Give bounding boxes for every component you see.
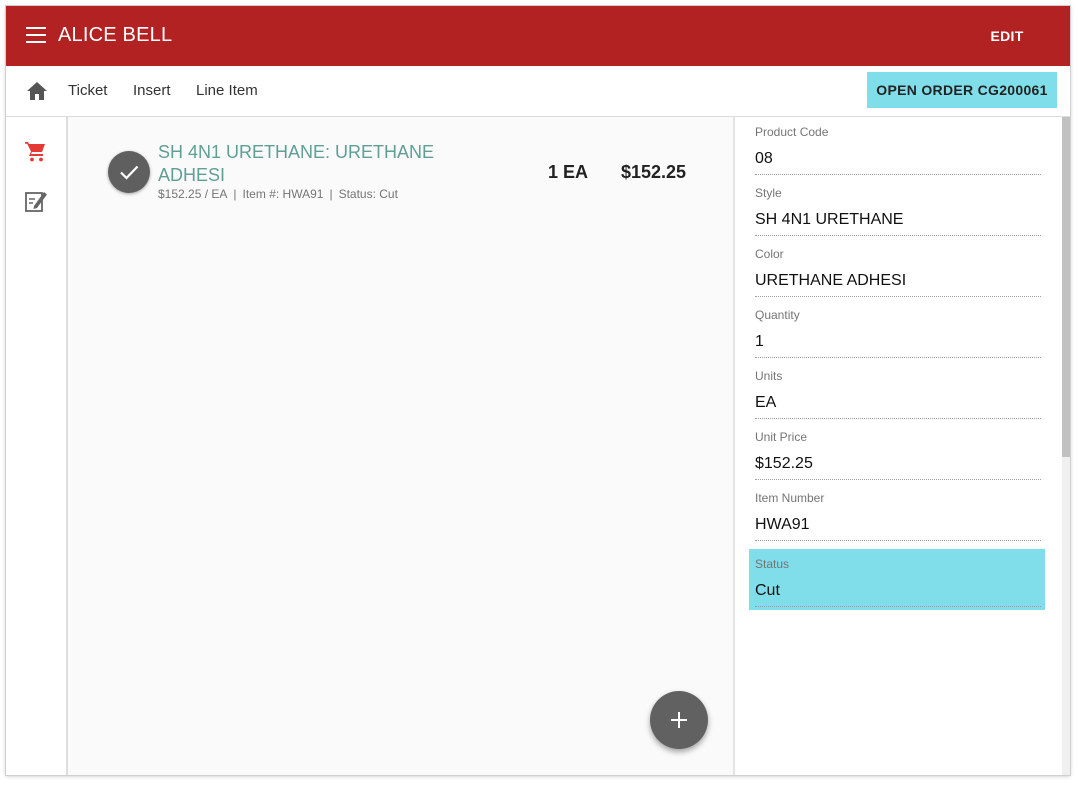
edit-note-icon[interactable]	[24, 189, 48, 213]
app-bar: ALICE BELL EDIT	[6, 6, 1070, 66]
app-window: ALICE BELL EDIT Ticket Insert Line Item …	[6, 6, 1070, 775]
field-value[interactable]: HWA91	[755, 510, 1041, 541]
field-color[interactable]: Color URETHANE ADHESI	[749, 239, 1045, 300]
field-unit-price[interactable]: Unit Price $152.25	[749, 422, 1045, 483]
field-status[interactable]: Status Cut	[749, 549, 1045, 610]
cart-icon[interactable]	[24, 139, 48, 163]
check-icon[interactable]	[108, 151, 150, 193]
open-order-button[interactable]: OPEN ORDER CG200061	[867, 72, 1057, 108]
field-label: Quantity	[755, 308, 800, 322]
field-value[interactable]: $152.25	[755, 449, 1041, 480]
edit-button[interactable]: EDIT	[972, 24, 1042, 48]
line-item-number: Item #: HWA91	[242, 187, 324, 201]
field-label: Unit Price	[755, 430, 808, 444]
side-rail	[6, 117, 68, 775]
app-title: ALICE BELL	[58, 24, 173, 46]
breadcrumb-ticket[interactable]: Ticket	[68, 82, 107, 99]
menu-icon[interactable]	[26, 27, 46, 43]
field-value[interactable]: URETHANE ADHESI	[755, 266, 1041, 297]
field-label: Style	[755, 186, 782, 200]
field-value[interactable]: 08	[755, 144, 1041, 175]
field-label: Status	[755, 557, 790, 571]
home-icon[interactable]	[26, 81, 48, 101]
field-label: Color	[755, 247, 784, 261]
detail-panel: Product Code 08 Style SH 4N1 URETHANE Co…	[733, 117, 1070, 775]
detail-scrollbar[interactable]	[1062, 117, 1070, 775]
field-units[interactable]: Units EA	[749, 361, 1045, 422]
line-item-quantity: 1 EA	[548, 162, 589, 182]
field-value[interactable]: Cut	[755, 576, 1041, 607]
breadcrumb-toolbar: Ticket Insert Line Item OPEN ORDER CG200…	[6, 66, 1070, 117]
field-product-code[interactable]: Product Code 08	[749, 117, 1045, 178]
add-icon	[671, 712, 687, 728]
line-item-list: SH 4N1 URETHANE: URETHANE ADHESI $152.25…	[68, 117, 733, 775]
line-item-title: SH 4N1 URETHANE: URETHANE ADHESI	[158, 142, 435, 185]
line-item-row[interactable]: SH 4N1 URETHANE: URETHANE ADHESI $152.25…	[68, 117, 733, 217]
field-label: Units	[755, 369, 783, 383]
field-quantity[interactable]: Quantity 1	[749, 300, 1045, 361]
scrollbar-thumb[interactable]	[1062, 117, 1070, 457]
field-item-number[interactable]: Item Number HWA91	[749, 483, 1045, 544]
breadcrumb-insert[interactable]: Insert	[133, 82, 171, 99]
field-value[interactable]: SH 4N1 URETHANE	[755, 205, 1041, 236]
field-label: Item Number	[755, 491, 825, 505]
breadcrumb-line-item[interactable]: Line Item	[196, 82, 258, 99]
add-item-button[interactable]	[650, 691, 708, 749]
field-style[interactable]: Style SH 4N1 URETHANE	[749, 178, 1045, 239]
field-value[interactable]: EA	[755, 388, 1041, 419]
field-value[interactable]: 1	[755, 327, 1041, 358]
field-label: Product Code	[755, 125, 829, 139]
line-item-total: $152.25	[621, 162, 687, 182]
line-item-subtitle: $152.25 / EA | Item #: HWA91 | Status: Cut	[158, 187, 398, 201]
line-item-unit-price: $152.25 / EA	[158, 187, 228, 201]
line-item-status: Status: Cut	[338, 187, 398, 201]
